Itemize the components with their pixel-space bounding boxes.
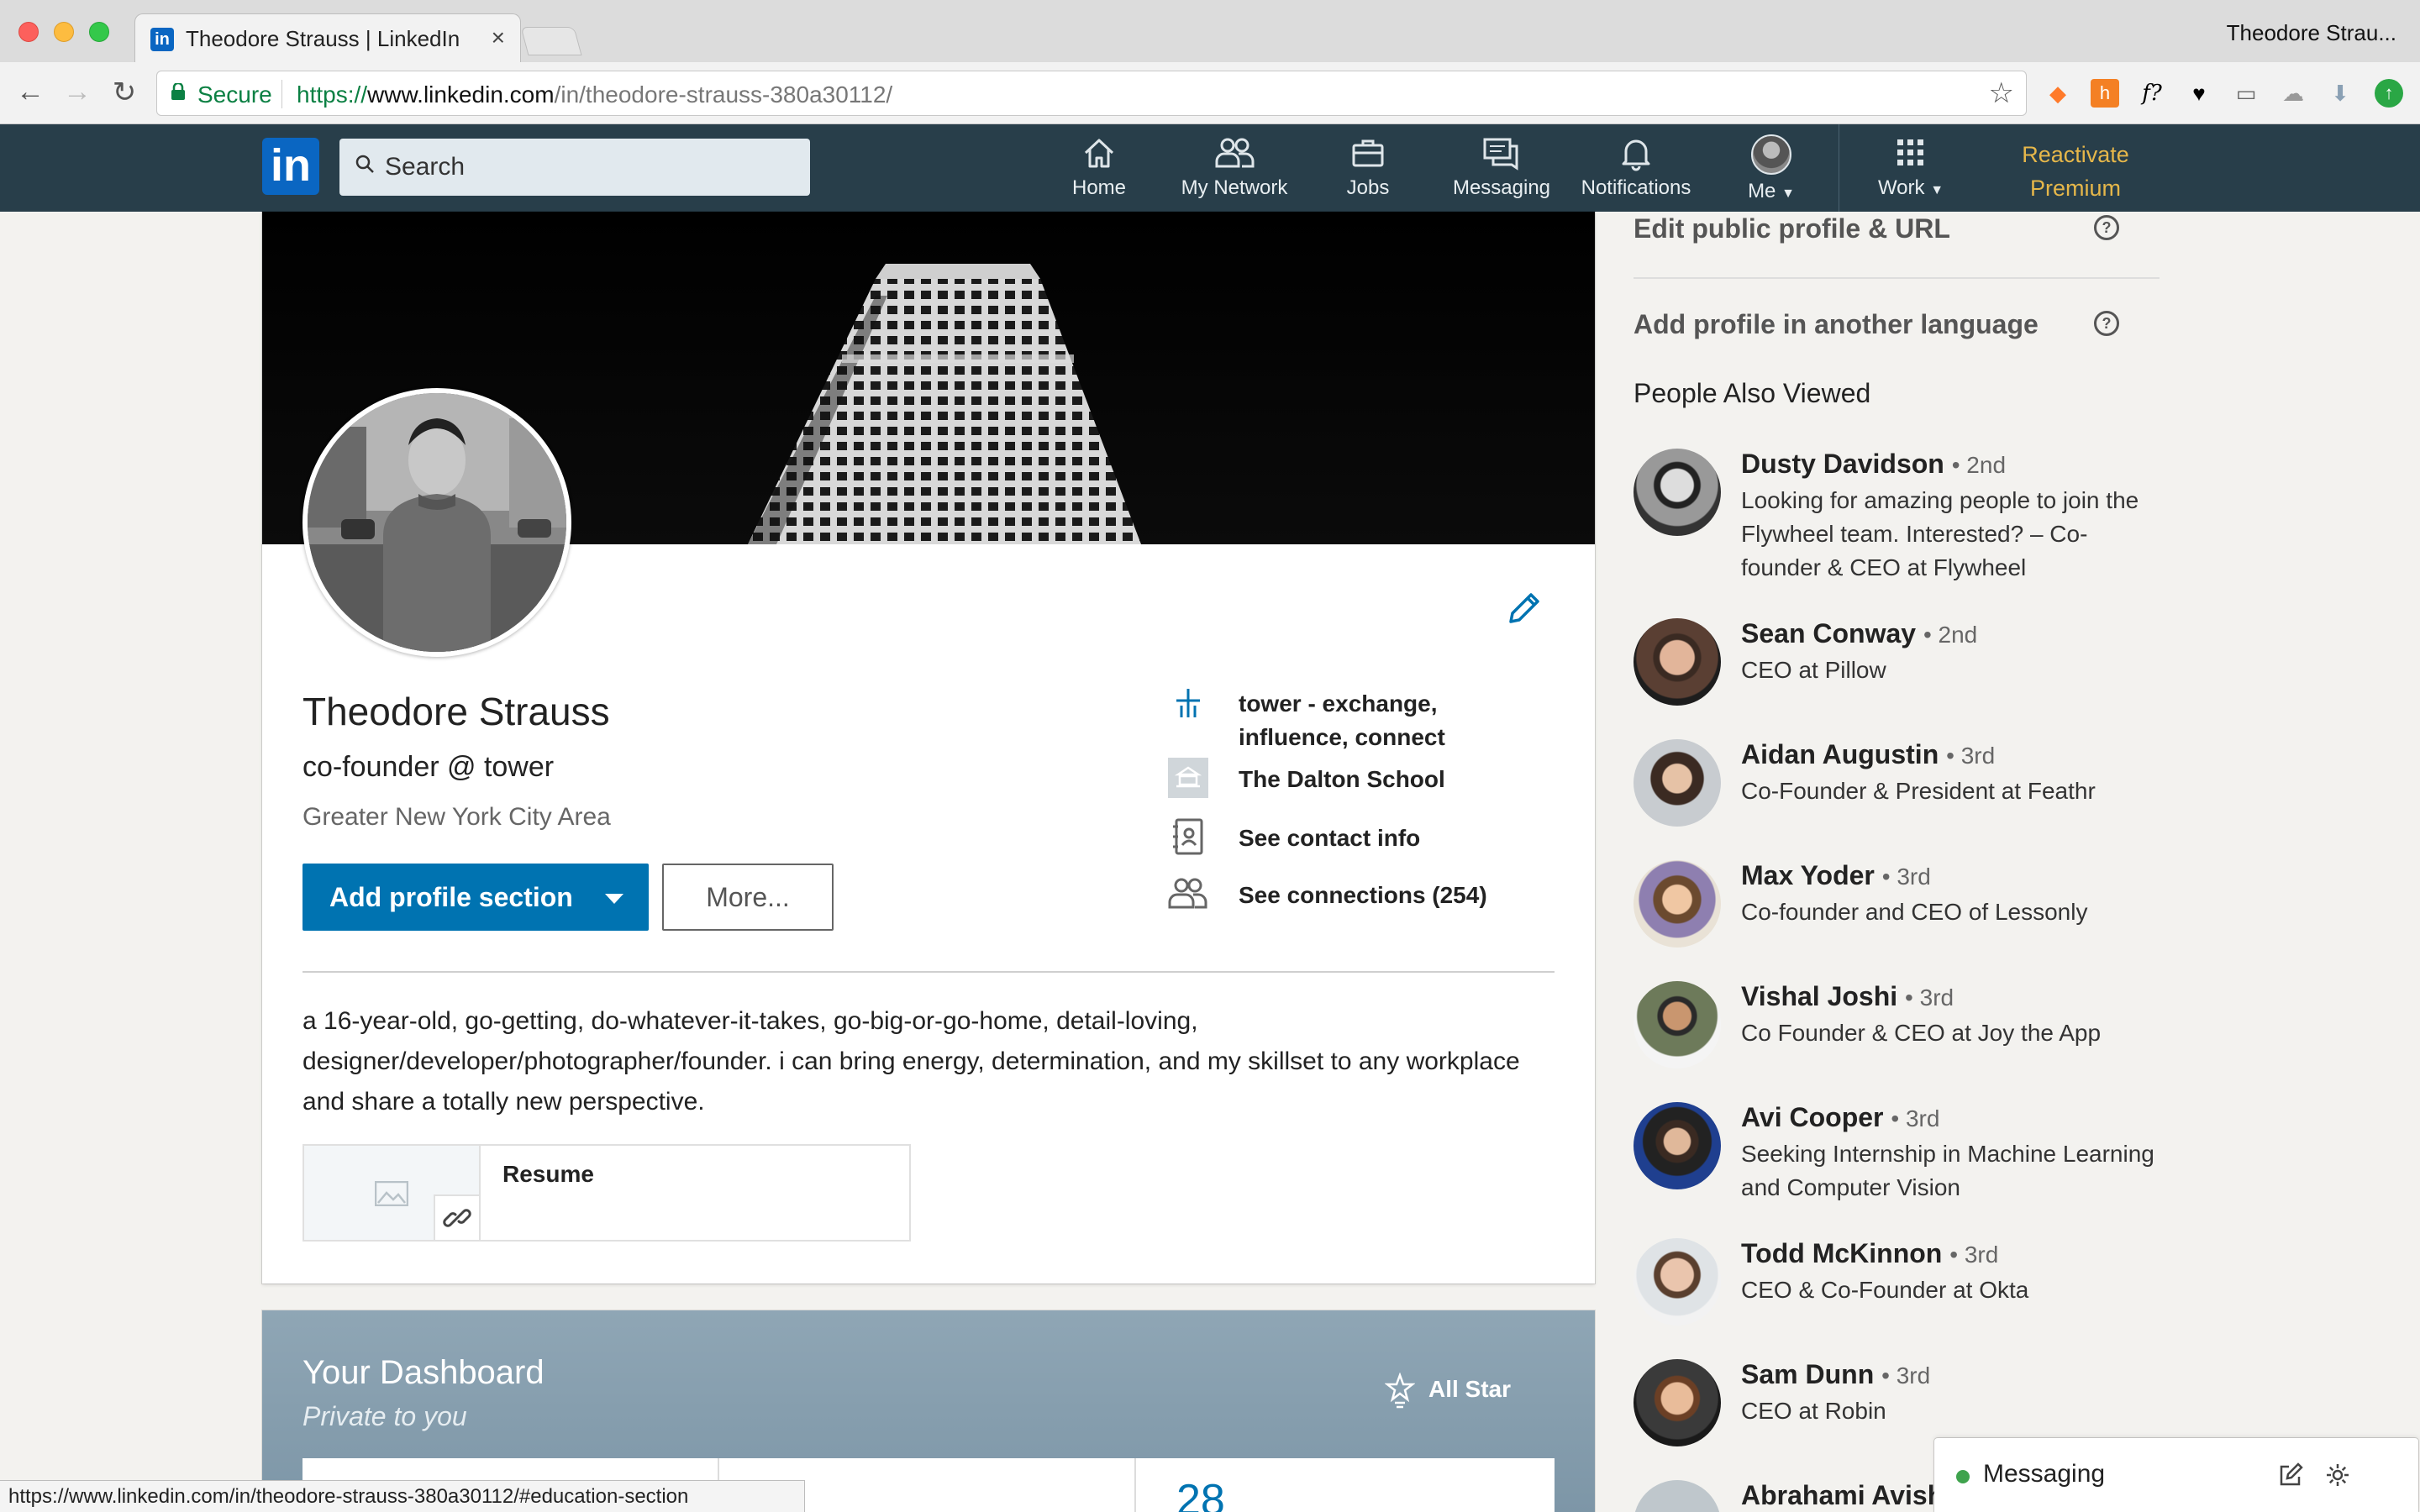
all-star-badge[interactable]: All Star xyxy=(1385,1373,1511,1409)
browser-tab[interactable]: in Theodore Strauss | LinkedIn × xyxy=(134,13,521,62)
search-input[interactable] xyxy=(385,147,788,187)
link-icon xyxy=(443,1209,471,1227)
profile-location: Greater New York City Area xyxy=(302,803,611,831)
person-avatar xyxy=(1634,1359,1721,1446)
add-profile-language-link[interactable]: Add profile in another language xyxy=(1634,309,2039,340)
resume-thumbnail xyxy=(304,1146,481,1240)
image-icon xyxy=(375,1181,408,1206)
nav-work[interactable]: Work ▼ xyxy=(1869,134,1953,207)
person-avatar xyxy=(1634,1480,1721,1512)
maximize-window-button[interactable] xyxy=(89,22,109,42)
tab-close-icon[interactable]: × xyxy=(492,24,505,51)
resume-title: Resume xyxy=(502,1161,594,1187)
people-also-viewed-title: People Also Viewed xyxy=(1634,378,1871,408)
work-grid-icon xyxy=(1897,139,1923,165)
chevron-down-icon xyxy=(605,894,623,904)
profile-summary: a 16-year-old, go-getting, do-whatever-i… xyxy=(302,1007,1520,1116)
forward-button[interactable]: → xyxy=(60,76,94,108)
extension-update-icon[interactable]: ↑ xyxy=(2375,79,2403,108)
tab-title: Theodore Strauss | LinkedIn xyxy=(186,26,460,51)
nav-notifications[interactable]: Notifications xyxy=(1573,134,1699,207)
person-avatar xyxy=(1634,1102,1721,1189)
person-avatar xyxy=(1634,618,1721,706)
education-school[interactable]: The Dalton School xyxy=(1168,758,1571,800)
current-company[interactable]: tower - exchange, influence, connect xyxy=(1168,682,1571,753)
tower-icon xyxy=(1176,689,1200,717)
profile-photo[interactable] xyxy=(302,388,571,657)
online-status-dot xyxy=(1956,1470,1970,1483)
nav-home[interactable]: Home xyxy=(1065,134,1133,207)
search-box[interactable] xyxy=(339,139,810,196)
me-avatar xyxy=(1751,134,1791,175)
extension-font-icon[interactable]: f? xyxy=(2138,79,2166,108)
dashboard-title: Your Dashboard xyxy=(302,1354,544,1391)
chevron-down-icon: ▼ xyxy=(1930,183,1944,197)
jobs-icon xyxy=(1352,139,1384,167)
my-network-icon xyxy=(1215,138,1255,168)
dashboard-subtitle: Private to you xyxy=(302,1401,467,1431)
add-profile-section-button[interactable]: Add profile section xyxy=(302,864,649,931)
browser-toolbar: ← → ↻ Secure https://www.linkedin.com/in… xyxy=(0,62,2420,124)
person-avatar xyxy=(1634,739,1721,827)
new-tab-button[interactable] xyxy=(520,27,582,55)
see-connections-link[interactable]: See connections (254) xyxy=(1168,874,1571,916)
school-icon xyxy=(1168,758,1208,798)
linkedin-navbar: in Home My Network Jobs Messaging Notifi… xyxy=(0,124,2420,212)
browser-status-url: https://www.linkedin.com/in/theodore-str… xyxy=(0,1480,805,1512)
extension-location-icon[interactable]: ♥ xyxy=(2185,79,2213,108)
home-icon xyxy=(1084,139,1114,168)
compose-icon[interactable] xyxy=(2277,1462,2304,1488)
linkedin-logo[interactable]: in xyxy=(262,138,319,195)
help-icon[interactable]: ? xyxy=(2094,215,2119,240)
bookmark-star-icon[interactable]: ☆ xyxy=(1989,76,2014,110)
close-window-button[interactable] xyxy=(18,22,39,42)
edit-public-profile-link[interactable]: Edit public profile & URL xyxy=(1634,213,1950,244)
search-icon xyxy=(355,155,374,173)
extension-cloud-icon[interactable]: ☁ xyxy=(2279,79,2307,108)
reload-button[interactable]: ↻ xyxy=(108,76,141,109)
nav-me[interactable]: Me ▼ xyxy=(1738,134,1805,207)
nav-messaging[interactable]: Messaging xyxy=(1447,134,1556,207)
nav-jobs[interactable]: Jobs xyxy=(1334,134,1402,207)
profile-name: Theodore Strauss xyxy=(302,690,610,733)
extension-honey-icon[interactable]: h xyxy=(2091,79,2119,108)
star-badge-icon xyxy=(1385,1373,1415,1409)
reactivate-premium-link[interactable]: Reactivate Premium xyxy=(2000,138,2151,205)
gear-icon[interactable] xyxy=(2324,1462,2351,1488)
profile-card: Theodore Strauss co-founder @ tower Grea… xyxy=(262,212,1595,1284)
back-button[interactable]: ← xyxy=(13,76,47,108)
secure-label: Secure xyxy=(197,81,272,108)
address-bar[interactable]: Secure https://www.linkedin.com/in/theod… xyxy=(156,71,2027,116)
chevron-down-icon: ▼ xyxy=(1781,186,1795,201)
person-avatar xyxy=(1634,449,1721,536)
help-icon[interactable]: ? xyxy=(2094,311,2119,336)
contact-card-icon xyxy=(1173,818,1203,855)
extension-flame-icon[interactable]: ◆ xyxy=(2044,79,2072,108)
browser-profile-name[interactable]: Theodore Strau... xyxy=(2227,20,2396,46)
person-avatar xyxy=(1634,981,1721,1068)
resume-attachment[interactable]: Resume xyxy=(302,1144,911,1242)
messaging-icon xyxy=(1483,138,1518,171)
download-icon[interactable]: ⬇ xyxy=(2326,79,2354,108)
messaging-label: Messaging xyxy=(1983,1460,2106,1488)
lock-icon xyxy=(171,83,185,100)
url-text[interactable]: https://www.linkedin.com/in/theodore-str… xyxy=(297,81,892,108)
nav-my-network[interactable]: My Network xyxy=(1171,134,1297,207)
browser-tab-bar: in Theodore Strauss | LinkedIn × Theodor… xyxy=(0,0,2420,62)
minimize-window-button[interactable] xyxy=(54,22,74,42)
more-button[interactable]: More... xyxy=(662,864,834,931)
profile-photo-image xyxy=(308,393,566,652)
person-avatar xyxy=(1634,860,1721,948)
dashboard-stat-number[interactable]: 28 xyxy=(1176,1475,1225,1512)
notifications-icon xyxy=(1622,139,1650,171)
linkedin-favicon-icon: in xyxy=(150,28,174,51)
messaging-overlay[interactable]: Messaging xyxy=(1934,1438,2418,1512)
see-contact-info-link[interactable]: See contact info xyxy=(1168,816,1571,858)
cast-icon[interactable]: ▭ xyxy=(2232,79,2260,108)
person-avatar xyxy=(1634,1238,1721,1326)
profile-headline: co-founder @ tower xyxy=(302,751,555,783)
edit-intro-pencil-icon[interactable] xyxy=(1504,590,1543,628)
connections-icon xyxy=(1168,878,1207,909)
